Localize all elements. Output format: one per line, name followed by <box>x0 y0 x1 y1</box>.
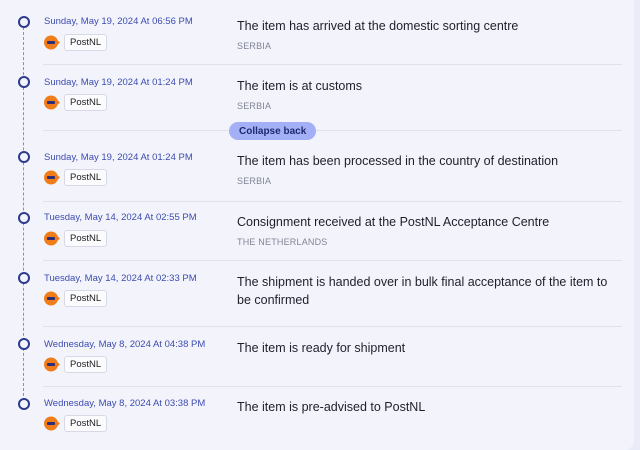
event-title: The item is at customs <box>237 79 363 93</box>
divider <box>43 326 622 327</box>
event-title: The item has been processed in the count… <box>237 154 559 168</box>
postnl-logo-icon <box>44 35 60 50</box>
postnl-logo-icon <box>44 95 60 110</box>
timeline-dot <box>18 338 30 350</box>
carrier-badge: PostNL <box>44 356 108 373</box>
event-date: Tuesday, May 14, 2024 At 02:55 PM <box>44 212 197 223</box>
carrier-badge: PostNL <box>44 230 108 247</box>
event-country: SERBIA <box>237 101 272 111</box>
event-title: The shipment is handed over in bulk fina… <box>237 275 608 307</box>
timeline-dot <box>18 212 30 224</box>
timeline-dot <box>18 16 30 28</box>
event-title: The item is pre-advised to PostNL <box>237 400 426 414</box>
carrier-name: PostNL <box>64 415 108 432</box>
postnl-logo-icon <box>44 170 60 185</box>
event-date: Wednesday, May 8, 2024 At 03:38 PM <box>44 398 206 409</box>
postnl-logo-icon <box>44 291 60 306</box>
carrier-badge: PostNL <box>44 415 108 432</box>
event-title: The item has arrived at the domestic sor… <box>237 19 519 33</box>
carrier-badge: PostNL <box>44 34 108 51</box>
divider <box>43 130 622 131</box>
carrier-badge: PostNL <box>44 290 108 307</box>
carrier-name: PostNL <box>64 290 108 307</box>
tracking-timeline-card: Sunday, May 19, 2024 At 06:56 PM PostNL … <box>0 0 634 450</box>
carrier-name: PostNL <box>64 230 108 247</box>
divider <box>43 386 622 387</box>
carrier-badge: PostNL <box>44 169 108 186</box>
timeline-dot <box>18 151 30 163</box>
event-title: The item is ready for shipment <box>237 341 406 355</box>
divider <box>43 64 622 65</box>
event-date: Sunday, May 19, 2024 At 06:56 PM <box>44 16 193 27</box>
event-title: Consignment received at the PostNL Accep… <box>237 215 550 229</box>
event-country: SERBIA <box>237 176 272 186</box>
carrier-badge: PostNL <box>44 94 108 111</box>
carrier-name: PostNL <box>64 169 108 186</box>
event-date: Sunday, May 19, 2024 At 01:24 PM <box>44 77 193 88</box>
collapse-back-button[interactable]: Collapse back <box>229 122 317 140</box>
postnl-logo-icon <box>44 357 60 372</box>
timeline-dot <box>18 398 30 410</box>
carrier-name: PostNL <box>64 94 108 111</box>
timeline-dot <box>18 272 30 284</box>
divider <box>43 260 622 261</box>
event-country: SERBIA <box>237 41 272 51</box>
event-date: Wednesday, May 8, 2024 At 04:38 PM <box>44 339 206 350</box>
divider <box>43 201 622 202</box>
event-date: Sunday, May 19, 2024 At 01:24 PM <box>44 152 193 163</box>
carrier-name: PostNL <box>64 34 108 51</box>
carrier-name: PostNL <box>64 356 108 373</box>
event-date: Tuesday, May 14, 2024 At 02:33 PM <box>44 273 197 284</box>
postnl-logo-icon <box>44 231 60 246</box>
postnl-logo-icon <box>44 416 60 431</box>
timeline-dot <box>18 76 30 88</box>
event-country: THE NETHERLANDS <box>237 237 328 247</box>
